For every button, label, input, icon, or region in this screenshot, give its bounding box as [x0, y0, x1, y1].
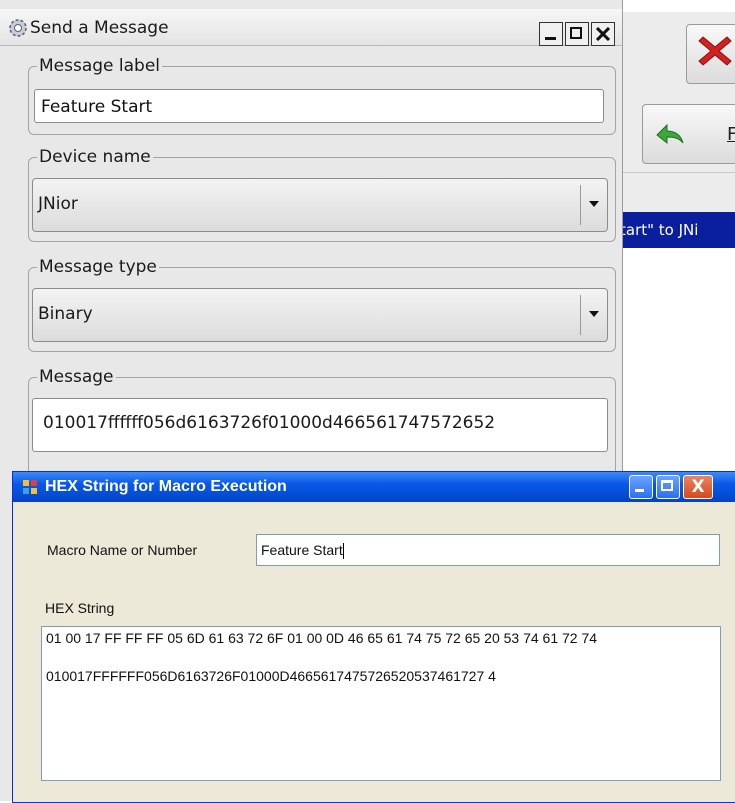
selected-row-text: tart" to JNi	[620, 221, 699, 239]
macro-name-label: Macro Name or Number	[47, 542, 198, 558]
hex-dialog-titlebar[interactable]: HEX String for Macro Execution X	[13, 472, 735, 502]
send-window-titlebar[interactable]: Send a Message	[0, 9, 622, 46]
dropdown-separator	[580, 185, 581, 225]
close-button[interactable]	[591, 22, 615, 46]
device-name-dropdown[interactable]: JNior	[32, 178, 608, 232]
gear-icon	[9, 19, 27, 37]
maximize-button[interactable]	[565, 22, 589, 46]
hex-maximize-button[interactable]	[656, 475, 680, 499]
background-refresh-button[interactable]: F	[642, 104, 735, 164]
device-name-group: Device name JNior	[28, 146, 616, 242]
message-type-legend: Message type	[37, 256, 159, 278]
macro-name-input[interactable]: Feature Start	[256, 534, 720, 566]
maximize-icon	[570, 27, 582, 39]
background-close-button[interactable]	[686, 24, 735, 84]
minimize-icon	[635, 489, 644, 492]
green-arrow-icon	[656, 123, 684, 145]
message-type-group: Message type Binary	[28, 256, 616, 352]
hex-minimize-button[interactable]	[629, 475, 653, 499]
device-name-legend: Device name	[37, 146, 153, 168]
message-label-legend: Message label	[37, 55, 163, 77]
close-icon: X	[691, 477, 705, 497]
message-type-value: Binary	[38, 304, 93, 324]
close-icon	[596, 27, 610, 41]
hex-compact-text: 010017FFFFFF056D6163726F01000D4665617475…	[46, 668, 496, 684]
hex-spaced-text: 01 00 17 FF FF FF 05 6D 61 63 72 6F 01 0…	[46, 630, 598, 646]
message-label-group: Message label Feature Start	[28, 55, 616, 135]
hex-dialog-title: HEX String for Macro Execution	[45, 478, 287, 495]
hex-string-label: HEX String	[45, 600, 115, 616]
background-selected-row[interactable]: tart" to JNi	[612, 212, 735, 248]
message-type-dropdown[interactable]: Binary	[32, 288, 608, 342]
macro-name-value: Feature Start	[261, 542, 343, 558]
message-label-input[interactable]: Feature Start	[34, 89, 604, 123]
send-window-title: Send a Message	[30, 18, 169, 38]
maximize-icon	[661, 480, 673, 491]
message-input[interactable]: 010017ffffff056d6163726f01000d4665617475…	[32, 398, 608, 452]
message-legend: Message	[37, 366, 116, 388]
red-x-icon	[698, 36, 732, 66]
dropdown-separator	[580, 295, 581, 335]
app-icon	[23, 480, 37, 494]
refresh-label: F	[727, 124, 735, 145]
message-value: 010017ffffff056d6163726f01000d4665617475…	[43, 413, 496, 433]
chevron-down-icon	[589, 201, 599, 207]
background-list-header	[612, 172, 735, 214]
hex-string-textarea[interactable]: 01 00 17 FF FF FF 05 6D 61 63 72 6F 01 0…	[41, 626, 721, 781]
hex-string-dialog: HEX String for Macro Execution X Macro N…	[12, 471, 735, 803]
hex-close-button[interactable]: X	[683, 475, 713, 499]
minimize-button[interactable]	[539, 22, 563, 46]
device-name-value: JNior	[38, 194, 78, 214]
text-caret	[342, 543, 344, 560]
chevron-down-icon	[589, 311, 599, 317]
minimize-icon	[545, 37, 556, 40]
